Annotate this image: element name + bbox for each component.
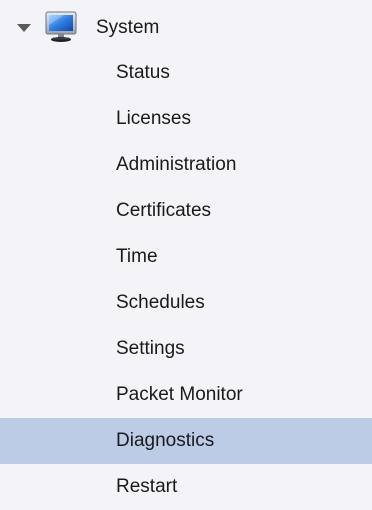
- tree-item-diagnostics[interactable]: Diagnostics: [0, 418, 372, 464]
- tree-node-label: System: [96, 17, 160, 38]
- tree-item-time[interactable]: Time: [0, 234, 372, 280]
- tree-item-schedules[interactable]: Schedules: [0, 280, 372, 326]
- tree-item-label: Packet Monitor: [116, 384, 243, 405]
- tree-item-label: Settings: [116, 338, 185, 359]
- tree-item-label: Licenses: [116, 108, 191, 129]
- tree-item-administration[interactable]: Administration: [0, 142, 372, 188]
- tree-item-status[interactable]: Status: [0, 50, 372, 96]
- tree-item-licenses[interactable]: Licenses: [0, 96, 372, 142]
- monitor-icon: [44, 11, 78, 43]
- tree-item-label: Certificates: [116, 200, 212, 221]
- tree-item-label: Status: [116, 62, 170, 83]
- tree-item-label: Diagnostics: [116, 430, 215, 451]
- expand-triangle-icon[interactable]: [17, 24, 31, 32]
- tree-item-certificates[interactable]: Certificates: [0, 188, 372, 234]
- tree-node-system[interactable]: System: [0, 5, 372, 49]
- tree-item-label: Schedules: [116, 292, 205, 313]
- navigation-tree: System Status Licenses Administration Ce…: [0, 0, 372, 506]
- tree-item-label: Administration: [116, 154, 237, 175]
- tree-item-label: Time: [116, 246, 158, 267]
- tree-item-restart[interactable]: Restart: [0, 464, 372, 510]
- tree-item-packet-monitor[interactable]: Packet Monitor: [0, 372, 372, 418]
- tree-item-label: Restart: [116, 476, 178, 497]
- system-children-list: Status Licenses Administration Certifica…: [0, 50, 372, 510]
- tree-item-settings[interactable]: Settings: [0, 326, 372, 372]
